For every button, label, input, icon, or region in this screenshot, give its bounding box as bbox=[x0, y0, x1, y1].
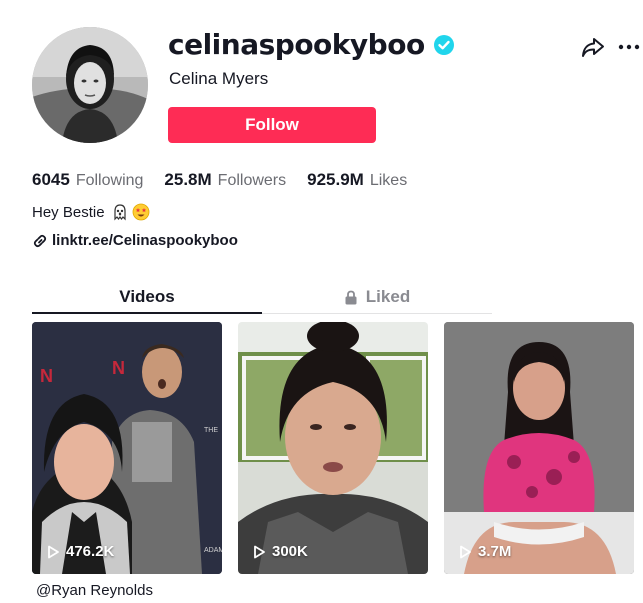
likes-count: 925.9M bbox=[307, 170, 364, 189]
username-row: celinaspookyboo bbox=[168, 28, 455, 61]
view-count-text: 3.7M bbox=[478, 543, 512, 560]
likes-label: Likes bbox=[369, 172, 408, 189]
link-text[interactable]: linktr.ee/Celinaspookyboo bbox=[52, 232, 238, 249]
video-card[interactable]: 3.7M bbox=[444, 322, 634, 574]
lock-icon bbox=[345, 290, 357, 304]
video-caption[interactable]: @Ryan Reynolds bbox=[36, 582, 153, 599]
play-icon bbox=[254, 545, 265, 558]
link-icon bbox=[33, 234, 47, 247]
likes-stat: 925.9M Likes bbox=[307, 170, 407, 190]
view-count: 476.2K bbox=[46, 543, 114, 560]
username: celinaspookyboo bbox=[168, 28, 425, 61]
share-icon[interactable] bbox=[580, 34, 606, 60]
following-stat[interactable]: 6045 Following bbox=[32, 170, 143, 190]
followers-count: 25.8M bbox=[164, 170, 212, 189]
video-card[interactable]: N N THE ADAM 476.2K bbox=[32, 322, 222, 574]
view-count-text: 476.2K bbox=[66, 543, 115, 560]
video-thumbnail bbox=[238, 322, 428, 574]
svg-text:N: N bbox=[40, 366, 53, 386]
following-label: Following bbox=[75, 172, 144, 189]
profile-avatar[interactable] bbox=[32, 27, 148, 143]
bio-text: Hey Bestie bbox=[32, 203, 105, 221]
play-icon bbox=[460, 545, 471, 558]
followers-label: Followers bbox=[217, 172, 287, 189]
play-icon bbox=[48, 545, 59, 558]
video-thumbnail: N N THE ADAM bbox=[32, 322, 222, 574]
video-thumbnail bbox=[444, 322, 634, 574]
profile-link[interactable]: linktr.ee/Celinaspookyboo bbox=[32, 232, 238, 249]
tab-videos-label: Videos bbox=[119, 287, 175, 306]
active-tab-indicator bbox=[32, 312, 262, 314]
view-count: 300K bbox=[252, 543, 308, 560]
video-card[interactable]: 300K bbox=[238, 322, 428, 574]
tab-videos[interactable]: Videos bbox=[32, 282, 262, 312]
verified-badge-icon bbox=[433, 34, 454, 55]
display-name: Celina Myers bbox=[169, 69, 269, 88]
tab-liked-label: Liked bbox=[365, 287, 411, 306]
tab-liked[interactable]: Liked bbox=[262, 282, 492, 312]
svg-text:N: N bbox=[112, 358, 125, 378]
followers-stat[interactable]: 25.8M Followers bbox=[164, 170, 286, 190]
view-count: 3.7M bbox=[458, 543, 511, 560]
ghost-emoji bbox=[113, 204, 126, 221]
view-count-text: 300K bbox=[272, 543, 308, 560]
svg-text:THE: THE bbox=[204, 427, 218, 434]
profile-stats: 6045 Following 25.8M Followers 925.9M Li… bbox=[32, 170, 428, 190]
video-grid: N N THE ADAM 476.2K 300K 3.7M bbox=[32, 322, 634, 574]
following-count: 6045 bbox=[32, 170, 70, 189]
bio: Hey Bestie bbox=[32, 203, 150, 221]
profile-tabs: Videos Liked bbox=[32, 282, 492, 314]
svg-text:ADAM: ADAM bbox=[204, 547, 222, 554]
follow-button[interactable]: Follow bbox=[168, 107, 376, 143]
star-struck-emoji bbox=[132, 203, 149, 221]
more-options-icon[interactable] bbox=[618, 40, 640, 54]
